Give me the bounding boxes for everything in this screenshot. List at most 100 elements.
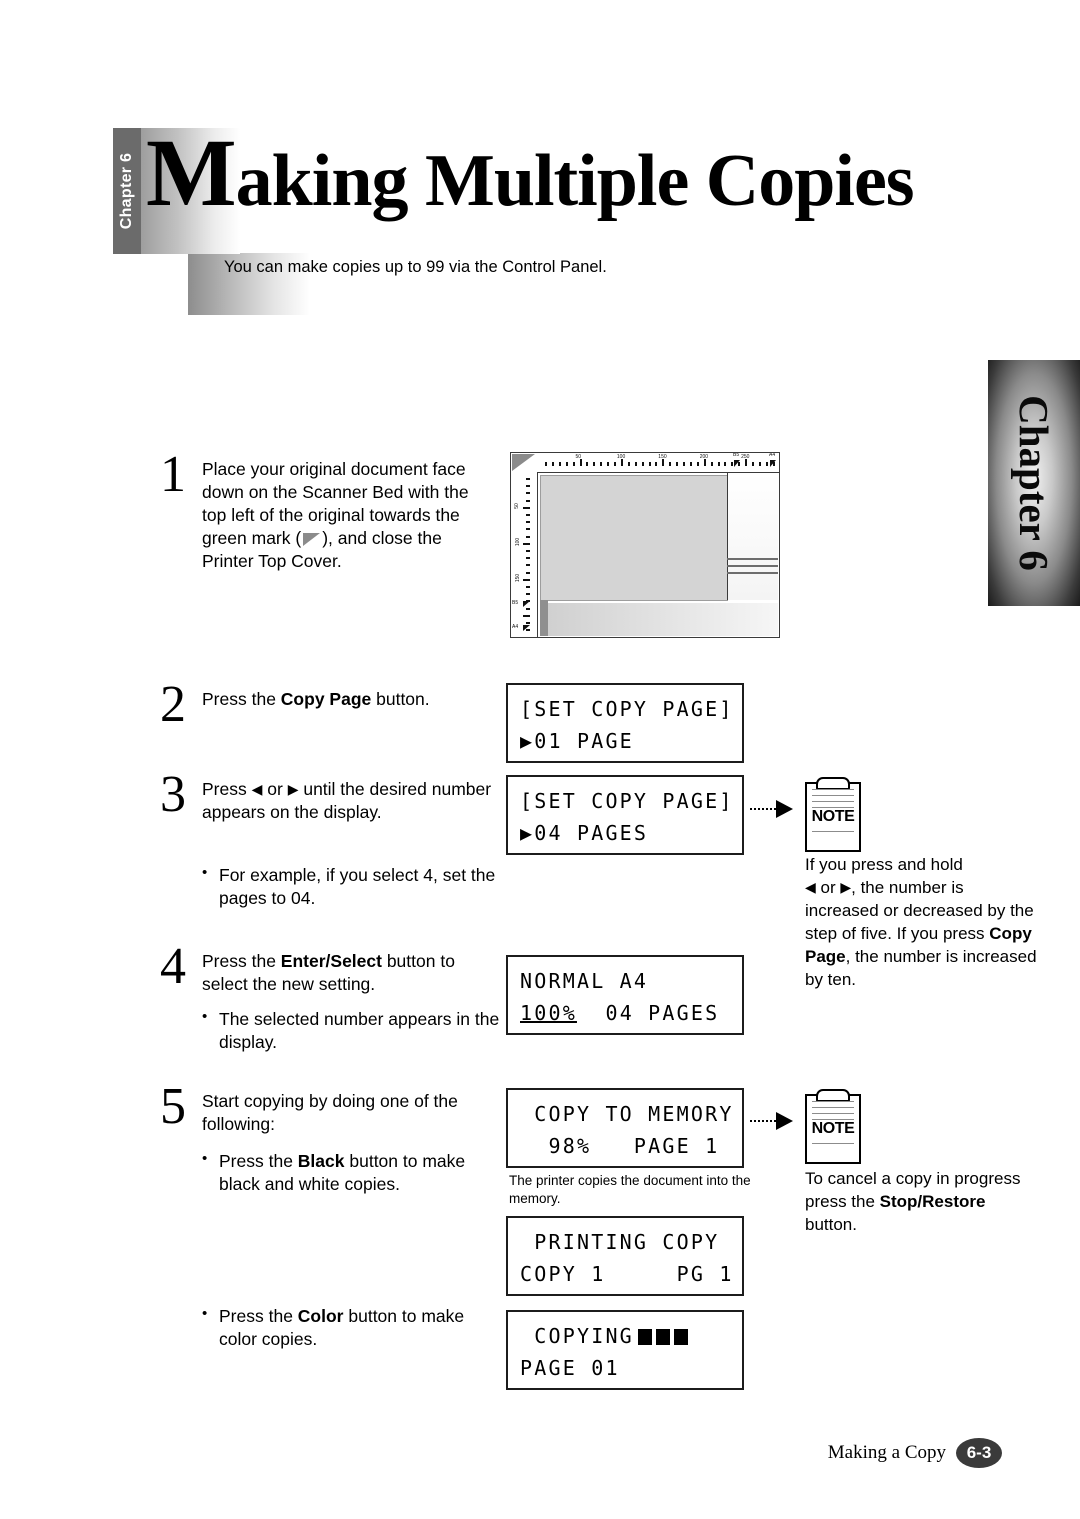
note-1-connector-arrow-icon	[750, 800, 793, 818]
footer-label: Making a Copy	[827, 1442, 946, 1463]
note-1-line-1: If you press and hold	[805, 855, 963, 874]
scanner-band-1	[727, 558, 778, 560]
green-mark-triangle-icon	[303, 533, 321, 547]
lcd-set-copy-page-04: [SET COPY PAGE] ▶04 PAGES	[506, 775, 744, 855]
step-5-black-bold: Black	[297, 1151, 345, 1171]
side-chapter-tab-label: Chapter 6	[1011, 395, 1057, 571]
side-chapter-tab: Chapter 6	[988, 360, 1080, 606]
lcd-6-line-2: PAGE 01	[520, 1356, 620, 1381]
list-item: The selected number appears in the displ…	[202, 1007, 502, 1054]
note-1-line-4-pre: If you press	[896, 923, 990, 943]
step-5-color-pre: Press the	[219, 1306, 298, 1326]
list-item: Press the Color button to make color cop…	[202, 1304, 492, 1351]
note-2-clip-label: NOTE	[807, 1120, 859, 1138]
step-4-number: 4	[160, 938, 186, 995]
note-1-arrow-left-icon: ◀	[805, 878, 816, 895]
lcd-4-line-1: COPY TO MEMORY	[520, 1102, 734, 1126]
lcd-copy-to-memory-caption: The printer copies the document into the…	[509, 1173, 751, 1206]
step-5-bullet-color: Press the Color button to make color cop…	[202, 1304, 492, 1353]
step-2-text: Press the Copy Page button.	[202, 688, 430, 711]
note-1-text: If you press and hold ◀ or ▶, the number…	[805, 854, 1037, 992]
step-1-number: 1	[160, 446, 186, 503]
scanner-right-panel	[727, 473, 778, 600]
step-3-text-2: or	[262, 779, 288, 799]
page-title: Making Multiple Copies	[146, 125, 915, 222]
lcd-1-line-1: [SET COPY PAGE]	[520, 697, 734, 721]
step-2: 2 Press the Copy Page button.	[160, 679, 500, 731]
scanner-green-mark-corner-icon	[511, 453, 537, 472]
lcd-copying: COPYING PAGE 01	[506, 1310, 744, 1390]
lcd-3-line-2-zoom: 100%	[520, 1001, 577, 1026]
step-5-black-pre: Press the	[219, 1151, 298, 1171]
lcd-copy-to-memory: COPY TO MEMORY 98% PAGE 1	[506, 1088, 744, 1168]
lcd-set-copy-page-01: [SET COPY PAGE] ▶01 PAGE	[506, 683, 744, 763]
step-4-text: Press the Enter/Select button to select …	[202, 950, 500, 996]
note-1-line-2-mid: or	[815, 877, 841, 897]
note-2-connector-arrow-icon	[750, 1112, 793, 1130]
lcd-1-line-2: ▶01 PAGE	[520, 729, 634, 754]
list-item: For example, if you select 4, set the pa…	[202, 863, 502, 910]
step-3-bullets: For example, if you select 4, set the pa…	[202, 863, 502, 912]
step-2-text-post: button.	[371, 689, 430, 709]
lcd-6-line-1: COPYING	[520, 1324, 634, 1348]
note-1-line-2-end: , the number	[851, 877, 947, 897]
note-1-arrow-right-icon: ▶	[840, 878, 852, 895]
progress-block-2	[655, 1329, 670, 1345]
step-3-text: Press ◀ or ▶ until the desired number ap…	[202, 778, 500, 824]
page-header: Chapter 6 Making Multiple Copies You can…	[0, 0, 1080, 340]
lcd-5-line-2: COPY 1 PG 1	[520, 1262, 734, 1287]
step-5: 5 Start copying by doing one of the foll…	[160, 1081, 500, 1136]
step-4-bold-term: Enter/Select	[280, 951, 382, 971]
scanner-top-ruler: 50 100 150 200 250 B5 A4	[537, 453, 779, 473]
step-3: 3 Press ◀ or ▶ until the desired number …	[160, 769, 500, 824]
step-4-text-pre: Press the	[202, 951, 281, 971]
scanner-bed-illustration: 50 100 150 200 250 B5 A4 50 100 150 B5 A4	[510, 452, 780, 638]
scanner-band-3	[727, 572, 778, 574]
note-2-clipboard-icon: NOTE	[805, 1089, 861, 1164]
note-2-bold-term: Stop/Restore	[879, 1191, 986, 1211]
list-item: Press the Black button to make black and…	[202, 1149, 492, 1196]
step-2-bold-term: Copy Page	[280, 689, 372, 709]
note-1-clipboard-icon: NOTE	[805, 777, 861, 852]
lcd-2-line-2: ▶04 PAGES	[520, 821, 649, 846]
page-number-badge: 6-3	[956, 1438, 1002, 1468]
lcd-normal-a4: NORMAL A4 100% 04 PAGES	[506, 955, 744, 1035]
page-footer: Making a Copy 6-3	[828, 1438, 1002, 1468]
step-5-bullet-black: Press the Black button to make black and…	[202, 1149, 492, 1198]
intro-text: You can make copies up to 99 via the Con…	[224, 258, 607, 276]
scanner-band-2	[727, 565, 778, 567]
lcd-5-line-1: PRINTING COPY	[520, 1230, 720, 1254]
note-1-arrowhead	[776, 800, 793, 818]
note-1-clip-label: NOTE	[807, 808, 859, 826]
step-3-text-1: Press	[202, 779, 252, 799]
step-1-text: Place your original document face down o…	[202, 458, 496, 573]
progress-block-1	[637, 1329, 652, 1345]
lcd-3-line-2-pages: 04 PAGES	[576, 1001, 720, 1026]
chapter-label-strip: Chapter 6	[113, 128, 141, 254]
step-5-color-bold: Color	[297, 1306, 344, 1326]
page-title-capital: M	[146, 119, 237, 226]
arrow-right-icon: ▶	[287, 781, 299, 797]
step-1: 1 Place your original document face down…	[160, 449, 496, 573]
lcd-2-line-1: [SET COPY PAGE]	[520, 789, 734, 813]
scanner-bottom-bar	[540, 600, 548, 636]
lcd-4-line-2: 98% PAGE 1	[520, 1134, 720, 1159]
scanner-bottom-area	[548, 603, 778, 636]
lcd-3-line-1: NORMAL A4	[520, 969, 649, 993]
note-2-dotted-line	[750, 1120, 776, 1122]
step-4: 4 Press the Enter/Select button to selec…	[160, 941, 500, 996]
chapter-strip-label: Chapter 6	[118, 152, 135, 230]
note-1-dotted-line	[750, 808, 776, 810]
step-5-text: Start copying by doing one of the follow…	[202, 1091, 458, 1135]
page-title-rest: aking Multiple Copies	[235, 140, 915, 222]
progress-block-3	[673, 1329, 688, 1345]
step-3-number: 3	[160, 766, 186, 823]
scanner-document-area	[540, 475, 728, 601]
note-2-text-post: button.	[805, 1214, 857, 1234]
arrow-left-icon: ◀	[251, 781, 263, 797]
note-2-arrowhead	[776, 1112, 793, 1130]
step-5-number: 5	[160, 1078, 186, 1135]
step-2-number: 2	[160, 676, 186, 733]
scanner-left-ruler: 50 100 150 B5 A4	[511, 472, 538, 637]
lcd-printing-copy: PRINTING COPY COPY 1 PG 1	[506, 1216, 744, 1296]
